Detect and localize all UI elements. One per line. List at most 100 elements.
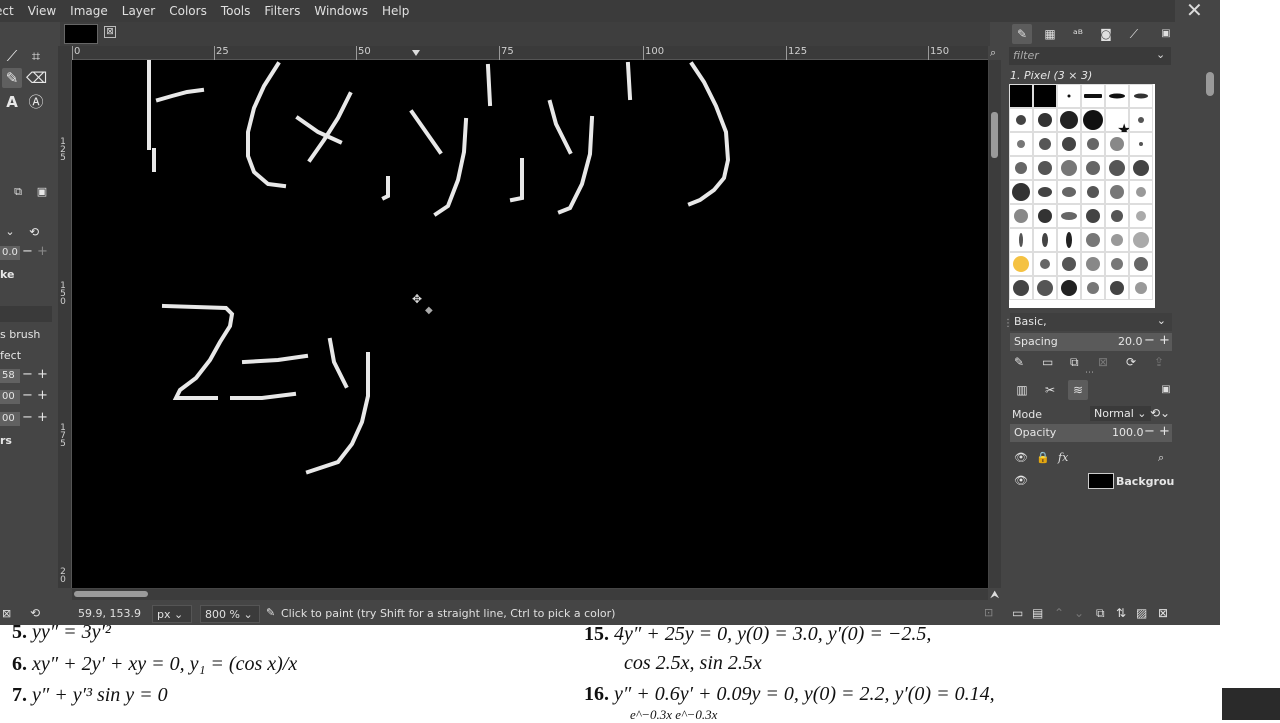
visibility-header-icon[interactable]: 👁: [1014, 451, 1028, 464]
layers-tab-icon[interactable]: ≋: [1068, 380, 1088, 400]
brush-thumb[interactable]: [1033, 108, 1057, 132]
brush-thumb[interactable]: [1057, 180, 1081, 204]
decrease-icon[interactable]: −: [1144, 424, 1155, 439]
merge-layer-icon[interactable]: ⇅: [1116, 606, 1126, 620]
brush-thumb[interactable]: [1105, 156, 1129, 180]
paintbrush-icon[interactable]: ✎: [2, 68, 22, 88]
brush-thumb[interactable]: [1057, 276, 1081, 300]
open-as-image-icon[interactable]: ⇪: [1154, 355, 1164, 369]
brush-thumb[interactable]: [1033, 132, 1057, 156]
document-history-icon[interactable]: ◙: [1096, 24, 1116, 44]
brush-thumb[interactable]: [1033, 156, 1057, 180]
zoom-select[interactable]: 800 % ⌄: [200, 605, 260, 623]
menu-windows[interactable]: Windows: [307, 4, 375, 18]
brush-thumb[interactable]: [1033, 228, 1057, 252]
brush-thumb[interactable]: [1081, 108, 1105, 132]
brush-thumb[interactable]: [1105, 180, 1129, 204]
menu-filters[interactable]: Filters: [257, 4, 307, 18]
brush-thumb[interactable]: [1105, 132, 1129, 156]
new-group-icon[interactable]: ▤: [1032, 606, 1043, 620]
brush-thumb[interactable]: [1009, 84, 1033, 108]
delete-layer-icon[interactable]: ⊠: [1158, 606, 1168, 620]
brush-thumb[interactable]: [1129, 276, 1153, 300]
brush-thumb[interactable]: [1129, 156, 1153, 180]
mode-select[interactable]: Normal ⌄: [1090, 406, 1151, 421]
increase-icon[interactable]: +: [37, 411, 48, 425]
increase-icon[interactable]: +: [1159, 333, 1170, 348]
mode-reset-icon[interactable]: ⟲⌄: [1150, 406, 1170, 420]
brush-thumb[interactable]: [1009, 156, 1033, 180]
menu-help[interactable]: Help: [375, 4, 416, 18]
brush-thumb[interactable]: [1009, 204, 1033, 228]
brush-thumb[interactable]: [1057, 204, 1081, 228]
zoom-search-icon[interactable]: ⌕: [990, 46, 1002, 60]
path-text-icon[interactable]: Ⓐ: [26, 92, 46, 112]
resize-handle-icon[interactable]: ⋯: [1085, 368, 1094, 378]
brush-thumb[interactable]: ★: [1105, 108, 1131, 139]
brush-thumb[interactable]: [1105, 204, 1129, 228]
new-layer-icon[interactable]: ▭: [1012, 606, 1023, 620]
lock-icon[interactable]: 🔒: [1036, 451, 1050, 464]
option-value-1[interactable]: 58: [0, 369, 20, 383]
refresh-icon[interactable]: ⟳: [1126, 355, 1136, 369]
brush-thumb[interactable]: [1081, 228, 1105, 252]
increase-icon[interactable]: +: [37, 368, 48, 382]
pointer-toggle-icon[interactable]: ⟲: [30, 606, 40, 620]
brush-thumb[interactable]: [1009, 228, 1033, 252]
brush-thumb[interactable]: [1081, 84, 1105, 108]
horizontal-scrollbar[interactable]: [72, 589, 988, 600]
reset-icon[interactable]: ⟲: [24, 222, 44, 242]
channels-tab-icon[interactable]: ▥: [1012, 380, 1032, 400]
brush-thumb[interactable]: [1081, 204, 1105, 228]
panel-menu-icon[interactable]: ▣: [32, 182, 52, 202]
spacing-slider[interactable]: Spacing 20.0 − +: [1010, 333, 1172, 351]
tool-presets-icon[interactable]: ⟋: [1124, 24, 1144, 44]
text-tool-icon[interactable]: A: [2, 92, 22, 112]
lower-layer-icon[interactable]: ⌄: [1074, 606, 1084, 620]
brush-thumb[interactable]: [1009, 132, 1033, 156]
increase-icon[interactable]: +: [37, 245, 48, 259]
option-value-3[interactable]: 00: [0, 412, 20, 426]
brush-thumb[interactable]: [1081, 180, 1105, 204]
unit-select[interactable]: px ⌄: [152, 605, 192, 623]
brush-thumb[interactable]: [1129, 228, 1153, 252]
decrease-icon[interactable]: −: [22, 411, 33, 425]
size-value[interactable]: 0.0: [0, 246, 20, 260]
eye-icon[interactable]: 👁: [1014, 474, 1028, 487]
fx-icon[interactable]: fx: [1058, 451, 1068, 464]
brush-selector[interactable]: [0, 306, 52, 322]
menu-colors[interactable]: Colors: [162, 4, 214, 18]
brush-thumb[interactable]: [1009, 108, 1033, 132]
brushes-tab-icon[interactable]: ✎: [1012, 24, 1032, 44]
brush-grid[interactable]: ★: [1009, 84, 1155, 308]
brush-thumb[interactable]: [1057, 108, 1081, 132]
brush-thumb[interactable]: [1129, 132, 1153, 156]
dock-menu-icon[interactable]: ▣: [1156, 380, 1175, 400]
increase-icon[interactable]: +: [1159, 424, 1170, 439]
vertical-ruler[interactable]: 1 2 5 1 5 0 1 7 5 2 0: [58, 60, 72, 588]
brush-thumb[interactable]: [1033, 180, 1057, 204]
decrease-icon[interactable]: −: [22, 245, 33, 259]
opacity-slider[interactable]: Opacity 100.0 − +: [1010, 424, 1172, 442]
brush-thumb[interactable]: [1057, 132, 1081, 156]
menu-image[interactable]: Image: [63, 4, 115, 18]
brush-thumb[interactable]: [1081, 156, 1105, 180]
search-icon[interactable]: ⌕: [1158, 451, 1164, 465]
fonts-tab-icon[interactable]: ᵃᴮ: [1068, 24, 1088, 44]
brush-thumb[interactable]: [1009, 180, 1033, 204]
brush-thumb[interactable]: [1105, 84, 1129, 108]
duplicate-layer-icon[interactable]: ⧉: [1096, 606, 1105, 621]
brush-thumb[interactable]: [1009, 276, 1033, 300]
navigate-icon[interactable]: ⮝: [990, 588, 999, 602]
delete-brush-icon[interactable]: ⊠: [1098, 355, 1108, 369]
fuzzy-select-icon[interactable]: ⟋: [2, 46, 22, 66]
menu-view[interactable]: View: [21, 4, 63, 18]
brush-thumb[interactable]: [1105, 252, 1129, 276]
chevron-down-icon[interactable]: ⌄: [1156, 48, 1165, 61]
brush-thumb[interactable]: [1057, 252, 1081, 276]
option-value-2[interactable]: 00: [0, 390, 20, 404]
image-tab-thumbnail[interactable]: [64, 24, 98, 44]
quick-mask-icon[interactable]: ⊠: [2, 607, 11, 620]
horizontal-ruler[interactable]: 0 25 50 75 100 125 150: [72, 46, 988, 60]
brush-thumb[interactable]: [1129, 84, 1153, 108]
